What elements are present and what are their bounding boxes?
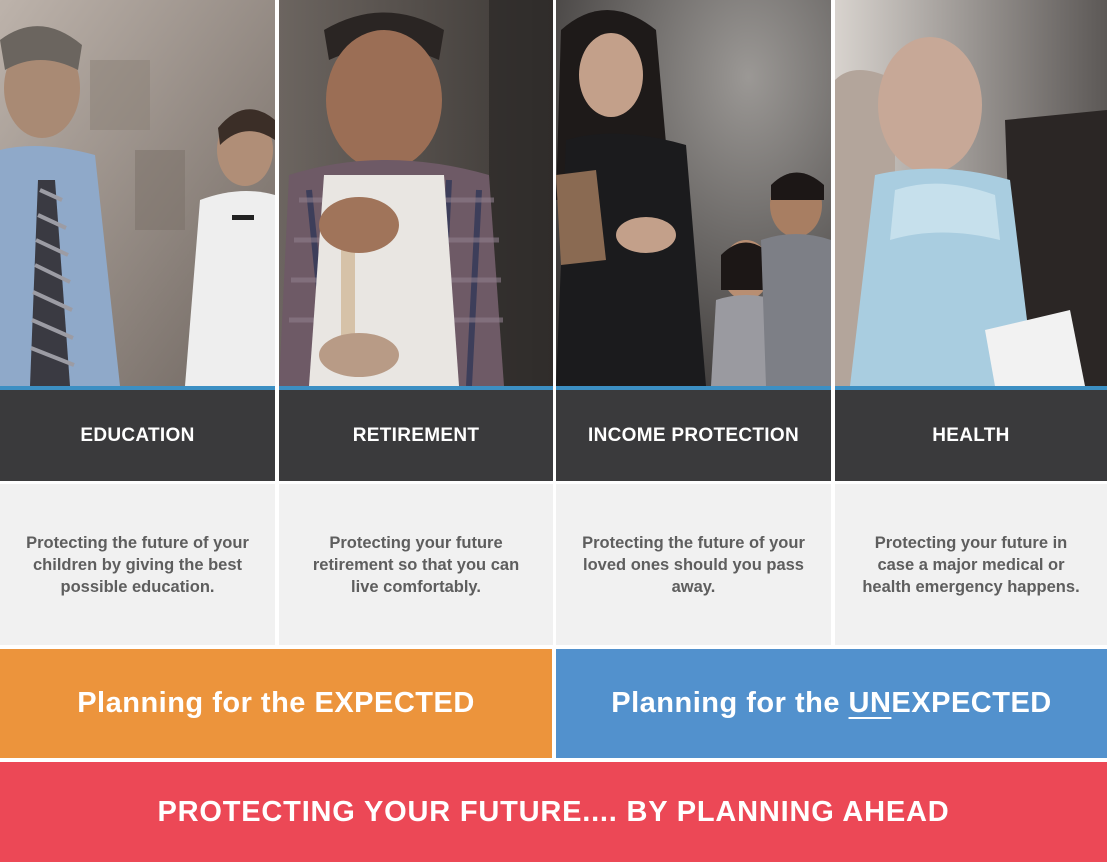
category-title: HEALTH: [835, 390, 1107, 481]
father-and-son-photo: [0, 0, 275, 386]
footer-banner: PROTECTING YOUR FUTURE.... BY PLANNING A…: [0, 762, 1107, 862]
category-title: EDUCATION: [0, 390, 275, 481]
mother-with-children-photo: [556, 0, 831, 386]
unexpected-banner: Planning for the UNEXPECTED: [556, 649, 1107, 758]
unexpected-suffix: EXPECTED: [891, 687, 1052, 719]
category-description: Protecting your future in case a major m…: [835, 484, 1107, 645]
category-description: Protecting the future of your loved ones…: [556, 484, 831, 645]
category-description: Protecting the future of your children b…: [0, 484, 275, 645]
category-title: INCOME PROTECTION: [556, 390, 831, 481]
unexpected-banner-text: Planning for the UNEXPECTED: [611, 687, 1052, 720]
expected-banner-text: Planning for the EXPECTED: [77, 687, 475, 719]
hospital-patient-photo: [835, 0, 1107, 386]
expected-banner: Planning for the EXPECTED: [0, 649, 552, 758]
category-description: Protecting your future retirement so tha…: [279, 484, 553, 645]
footer-text: PROTECTING YOUR FUTURE.... BY PLANNING A…: [157, 795, 950, 828]
unexpected-underlined: UN: [848, 687, 892, 719]
infographic: EDUCATION Protecting the future of your …: [0, 0, 1107, 862]
unexpected-prefix: Planning for the: [611, 687, 849, 719]
elderly-baker-photo: [279, 0, 553, 386]
category-title: RETIREMENT: [279, 390, 553, 481]
